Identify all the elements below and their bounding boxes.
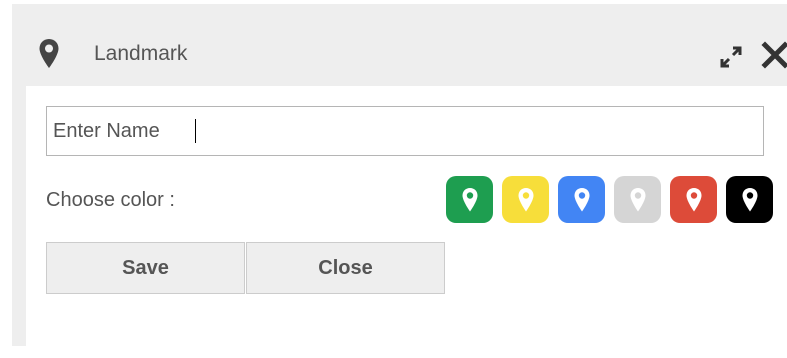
map-pin-icon: [518, 187, 533, 211]
pin-hole: [522, 191, 529, 199]
color-swatch-black[interactable]: [726, 176, 773, 223]
close-icon[interactable]: [761, 40, 787, 70]
dialog-title: Landmark: [94, 42, 188, 65]
map-pin-icon: [630, 187, 645, 211]
map-pin-icon: [742, 187, 757, 211]
pin-hole: [578, 191, 585, 199]
dialog-titlebar: Landmark: [12, 4, 787, 86]
pin-hole: [690, 191, 697, 199]
color-swatch-grey[interactable]: [614, 176, 661, 223]
pin-hole: [746, 191, 753, 199]
close-button[interactable]: Close: [246, 242, 445, 294]
color-swatch-yellow[interactable]: [502, 176, 549, 223]
dialog-content: Choose color : Save Close: [26, 86, 787, 346]
map-pin-icon: [574, 187, 589, 211]
landmark-dialog: Landmark Choose color :: [12, 4, 787, 346]
color-swatches: [446, 176, 773, 224]
choose-color-label: Choose color :: [46, 189, 175, 211]
color-swatch-red[interactable]: [670, 176, 717, 223]
expand-icon[interactable]: [718, 44, 744, 70]
color-swatch-blue[interactable]: [558, 176, 605, 223]
save-button[interactable]: Save: [46, 242, 245, 294]
map-pin-icon: [462, 187, 477, 211]
map-pin-icon: [686, 187, 701, 211]
name-input[interactable]: [46, 106, 764, 156]
pin-hole: [466, 191, 473, 199]
pin-hole: [634, 191, 641, 199]
color-swatch-green[interactable]: [446, 176, 493, 223]
map-pin-icon: [39, 39, 59, 68]
text-caret: [195, 119, 196, 143]
